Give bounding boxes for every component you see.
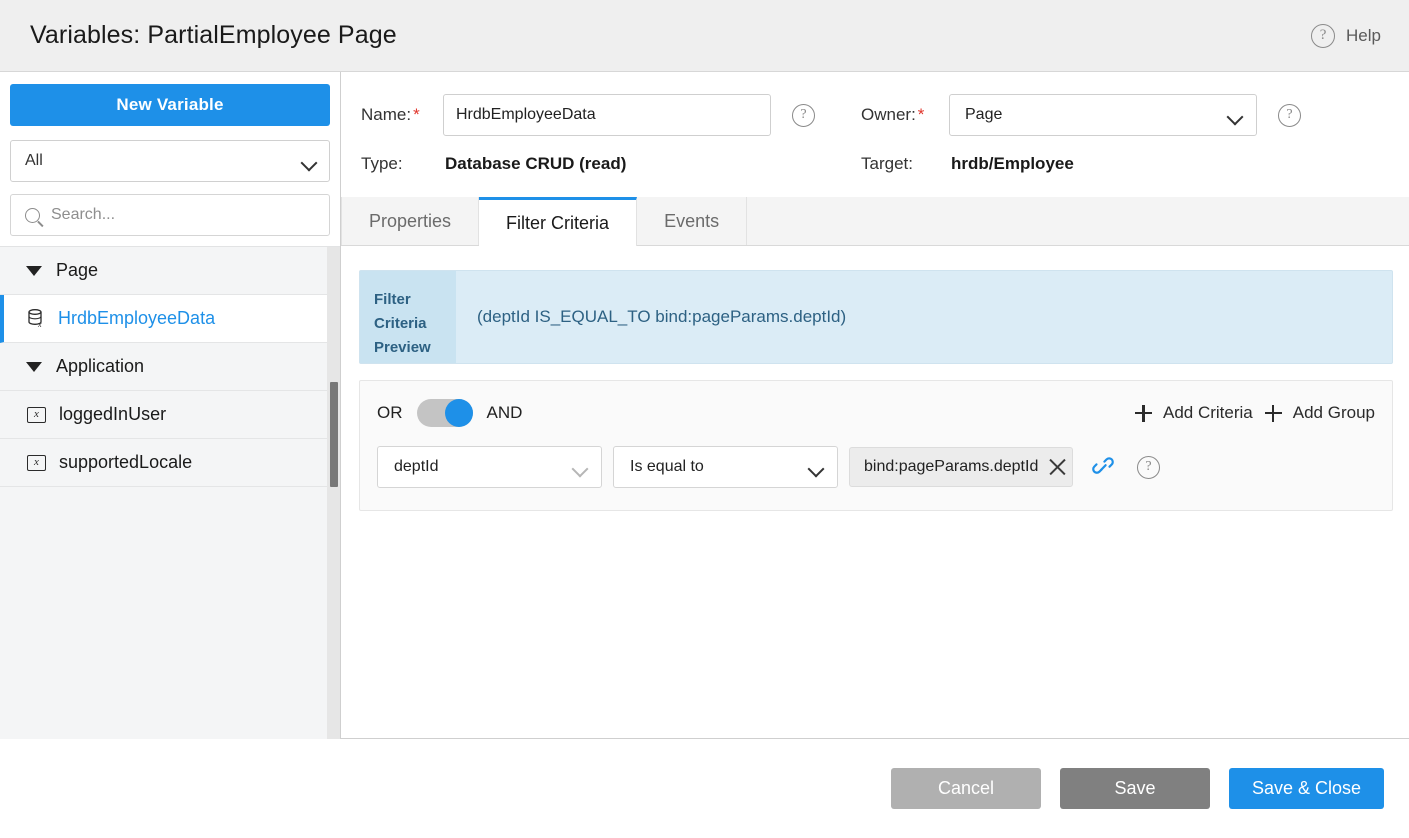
variables-tree: Page x HrdbEmployeeData xyxy=(0,246,340,739)
tree-group-page[interactable]: Page xyxy=(0,247,340,295)
database-variable-icon: x xyxy=(27,309,45,328)
toggle-knob xyxy=(445,399,473,427)
criteria-group-header: OR AND Add Criteria xyxy=(377,399,1375,427)
detail-tabs: Properties Filter Criteria Events xyxy=(341,197,1409,246)
dialog-header: Variables: PartialEmployee Page ? Help xyxy=(0,0,1409,72)
tree-group-application[interactable]: Application xyxy=(0,343,340,391)
sidebar-item-label: loggedInUser xyxy=(59,404,166,425)
form-row-type-target: Type: Database CRUD (read) Target: hrdb/… xyxy=(361,154,1383,174)
name-label: Name:* xyxy=(361,105,443,125)
dialog-footer: Cancel Save Save & Close xyxy=(0,739,1409,838)
form-row-name-owner: Name:* ? Owner:* Page ? xyxy=(361,94,1383,136)
cancel-button[interactable]: Cancel xyxy=(891,768,1041,809)
chevron-down-icon xyxy=(302,157,317,166)
sidebar-scrollbar[interactable] xyxy=(327,247,340,739)
search-icon xyxy=(25,208,40,223)
and-or-toggle[interactable] xyxy=(417,399,473,427)
sidebar-controls: New Variable All Search... xyxy=(0,72,340,246)
chevron-down-icon xyxy=(1228,111,1243,120)
dialog-body: New Variable All Search... Page xyxy=(0,72,1409,739)
sidebar-item-supportedlocale[interactable]: x supportedLocale xyxy=(0,439,340,487)
target-value: hrdb/Employee xyxy=(949,154,1074,174)
owner-select-value: Page xyxy=(965,106,1002,124)
variable-icon: x xyxy=(27,407,46,423)
chevron-down-icon xyxy=(573,463,588,472)
criteria-field-select[interactable]: deptId xyxy=(377,446,602,488)
add-criteria-label: Add Criteria xyxy=(1163,403,1253,423)
and-label: AND xyxy=(487,403,523,423)
criteria-field-value: deptId xyxy=(394,458,438,476)
svg-text:x: x xyxy=(37,320,42,328)
variables-dialog: Variables: PartialEmployee Page ? Help N… xyxy=(0,0,1409,838)
tree-group-label: Application xyxy=(56,356,144,377)
type-value: Database CRUD (read) xyxy=(443,154,626,174)
owner-select[interactable]: Page xyxy=(949,94,1257,136)
criteria-row: deptId Is equal to bind:pageParams.deptI… xyxy=(377,446,1375,488)
variable-filter-select[interactable]: All xyxy=(10,140,330,182)
owner-help-icon[interactable]: ? xyxy=(1278,104,1301,127)
tab-events[interactable]: Events xyxy=(637,197,747,245)
criteria-value-text: bind:pageParams.deptId xyxy=(864,458,1038,476)
type-label: Type: xyxy=(361,154,443,174)
name-input[interactable] xyxy=(443,94,771,136)
save-and-close-button[interactable]: Save & Close xyxy=(1229,768,1384,809)
tree-group-label: Page xyxy=(56,260,98,281)
caret-down-icon xyxy=(26,266,42,276)
help-button[interactable]: ? Help xyxy=(1311,24,1381,48)
search-input[interactable]: Search... xyxy=(10,194,330,236)
sidebar-item-label: HrdbEmployeeData xyxy=(58,308,215,329)
tab-properties[interactable]: Properties xyxy=(341,197,479,245)
chevron-down-icon xyxy=(809,463,824,472)
sidebar-item-hrdbemployeedata[interactable]: x HrdbEmployeeData xyxy=(0,295,340,343)
criteria-group: OR AND Add Criteria xyxy=(359,380,1393,511)
conjunction-toggle-group: OR AND xyxy=(377,399,522,427)
plus-icon xyxy=(1265,405,1282,422)
type-field-group: Type: Database CRUD (read) xyxy=(361,154,861,174)
new-variable-button[interactable]: New Variable xyxy=(10,84,330,126)
target-label: Target: xyxy=(861,154,949,174)
variable-filter-value: All xyxy=(25,152,43,170)
criteria-operator-value: Is equal to xyxy=(630,458,704,476)
sidebar-scrollbar-thumb[interactable] xyxy=(330,382,338,487)
add-group-label: Add Group xyxy=(1293,403,1375,423)
filter-criteria-panel: Filter Criteria Preview (deptId IS_EQUAL… xyxy=(341,246,1409,738)
filter-criteria-preview: Filter Criteria Preview (deptId IS_EQUAL… xyxy=(359,270,1393,364)
help-circle-icon: ? xyxy=(1311,24,1335,48)
criteria-group-actions: Add Criteria Add Group xyxy=(1135,403,1375,423)
variables-sidebar: New Variable All Search... Page xyxy=(0,72,340,739)
criteria-help-icon[interactable]: ? xyxy=(1137,456,1160,479)
tab-filter-criteria[interactable]: Filter Criteria xyxy=(479,197,637,246)
required-marker: * xyxy=(413,105,420,124)
required-marker: * xyxy=(918,105,925,124)
filter-criteria-preview-text: (deptId IS_EQUAL_TO bind:pageParams.dept… xyxy=(456,271,1392,363)
variable-icon: x xyxy=(27,455,46,471)
close-x-icon[interactable] xyxy=(1047,457,1068,478)
page-title: Variables: PartialEmployee Page xyxy=(30,21,397,50)
save-button[interactable]: Save xyxy=(1060,768,1210,809)
add-group-button[interactable]: Add Group xyxy=(1265,403,1375,423)
filter-criteria-preview-label: Filter Criteria Preview xyxy=(360,271,456,363)
help-label: Help xyxy=(1346,26,1381,46)
name-help-icon[interactable]: ? xyxy=(792,104,815,127)
sidebar-item-loggedinuser[interactable]: x loggedInUser xyxy=(0,391,340,439)
add-criteria-button[interactable]: Add Criteria xyxy=(1135,403,1253,423)
variable-detail-panel: Name:* ? Owner:* Page ? xyxy=(341,72,1409,739)
name-field-group: Name:* ? xyxy=(361,94,861,136)
criteria-operator-select[interactable]: Is equal to xyxy=(613,446,838,488)
caret-down-icon xyxy=(26,362,42,372)
chain-link-icon[interactable] xyxy=(1091,456,1115,478)
owner-label: Owner:* xyxy=(861,105,949,125)
search-placeholder: Search... xyxy=(51,206,115,224)
variable-form: Name:* ? Owner:* Page ? xyxy=(341,72,1409,174)
or-label: OR xyxy=(377,403,403,423)
target-field-group: Target: hrdb/Employee xyxy=(861,154,1074,174)
plus-icon xyxy=(1135,405,1152,422)
criteria-value-field[interactable]: bind:pageParams.deptId xyxy=(849,447,1073,487)
owner-field-group: Owner:* Page ? xyxy=(861,94,1301,136)
sidebar-item-label: supportedLocale xyxy=(59,452,192,473)
